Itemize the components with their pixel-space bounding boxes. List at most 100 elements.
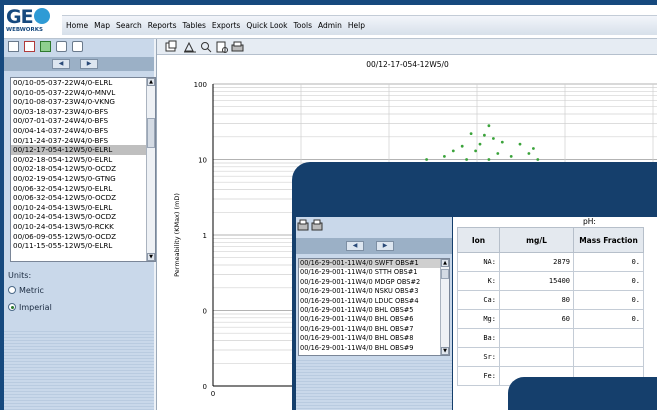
menu-search[interactable]: Search <box>113 16 145 35</box>
overlay-well-list-item[interactable]: 00/16-29-001-11W4/0 LDUC OBS#4 <box>299 297 449 306</box>
data-point[interactable] <box>451 149 455 153</box>
data-point[interactable] <box>492 137 495 140</box>
previous-well-button[interactable]: ◀ <box>52 59 70 69</box>
overlay-scroll-up-icon[interactable]: ▲ <box>441 259 449 267</box>
data-point[interactable] <box>487 124 491 128</box>
overlay-well-list-item[interactable]: 00/16-29-001-11W4/0 BHL OBS#6 <box>299 315 449 324</box>
well-list-item[interactable]: 00/10-05-037-22W4/0-MNVL <box>11 88 155 98</box>
menu-quick-look[interactable]: Quick Look <box>243 16 290 35</box>
overlay-well-list-item[interactable]: 00/16-29-001-11W4/0 BHL OBS#7 <box>299 325 449 334</box>
well-list-item[interactable]: 00/10-05-037-22W4/0-ELRL <box>11 78 155 88</box>
scroll-up-arrow-icon[interactable]: ▲ <box>147 78 155 86</box>
well-list-item[interactable]: 00/10-24-054-13W5/0-OCDZ <box>11 212 155 222</box>
ion-fraction-value[interactable]: 0. <box>573 252 644 272</box>
document-icon[interactable] <box>8 41 19 52</box>
menu-help[interactable]: Help <box>345 16 368 35</box>
data-point[interactable] <box>474 149 477 153</box>
well-list-item[interactable]: 00/06-09-055-12W5/0-OCDZ <box>11 232 155 242</box>
menu-tools[interactable]: Tools <box>291 16 315 35</box>
well-list-item[interactable]: 00/06-32-054-12W5/0-OCDZ <box>11 193 155 203</box>
ion-mgl-value[interactable] <box>499 328 574 348</box>
ion-mgl-value[interactable] <box>499 347 574 367</box>
ion-mgl-value[interactable]: 60 <box>499 309 574 329</box>
overlay-well-list-item[interactable]: 00/16-29-001-11W4/0 SWFT OBS#1 <box>299 259 449 269</box>
data-point[interactable] <box>443 155 446 158</box>
data-point[interactable] <box>478 142 482 146</box>
data-point[interactable] <box>460 144 464 148</box>
menu-reports[interactable]: Reports <box>145 16 180 35</box>
well-list-item[interactable]: 00/02-18-054-12W5/0-OCDZ <box>11 164 155 174</box>
overlay-scroll-thumb[interactable] <box>441 269 449 279</box>
well-list-item[interactable]: 00/02-19-054-12W5/0-GTNG <box>11 174 155 184</box>
ion-fraction-value[interactable]: 0. <box>573 309 644 329</box>
radio-icon <box>8 286 16 294</box>
chart-toolbar-icons <box>165 40 244 53</box>
units-label: Units: <box>8 271 32 280</box>
well-list-item[interactable]: 00/10-08-037-23W4/0-VKNG <box>11 97 155 107</box>
scroll-down-arrow-icon[interactable]: ▼ <box>147 253 155 261</box>
well-list-item[interactable]: 00/11-15-055-12W5/0-ELRL <box>11 241 155 251</box>
data-point[interactable] <box>425 158 428 161</box>
next-well-button[interactable]: ▶ <box>80 59 98 69</box>
overlay-well-list-item[interactable]: 00/16-29-001-11W4/0 BHL OBS#8 <box>299 334 449 343</box>
menu-exports[interactable]: Exports <box>209 16 243 35</box>
ion-fraction-value[interactable]: 0. <box>573 271 644 291</box>
overlay-next-button[interactable]: ▶ <box>376 241 394 251</box>
menu-home[interactable]: Home <box>62 16 91 35</box>
well-list-item[interactable]: 00/06-32-054-12W5/0-ELRL <box>11 184 155 194</box>
well-list[interactable]: 00/10-05-037-22W4/0-ELRL 00/10-05-037-22W… <box>10 77 156 262</box>
well-list-scrollbar[interactable]: ▲ ▼ <box>146 78 155 261</box>
menu-map[interactable]: Map <box>91 16 113 35</box>
well-list-item[interactable]: 00/03-18-037-23W4/0-BFS <box>11 107 155 117</box>
data-point[interactable] <box>527 152 531 155</box>
menu-admin[interactable]: Admin <box>315 16 345 35</box>
ion-table-row: NA: 2879 0. <box>457 252 644 272</box>
overlay-well-list-item[interactable]: 00/16-29-001-11W4/0 BHL OBS#5 <box>299 306 449 315</box>
well-list-item[interactable]: 00/12-17-054-12W5/0-ELRL <box>11 145 155 155</box>
data-point[interactable] <box>483 133 486 137</box>
ion-fraction-value[interactable]: 0. <box>573 290 644 310</box>
menu-tables[interactable]: Tables <box>180 16 209 35</box>
overlay-well-list-item[interactable]: 00/16-29-001-11W4/0 NSKU OBS#3 <box>299 287 449 296</box>
data-point[interactable] <box>487 158 491 161</box>
units-imperial-radio[interactable]: Imperial <box>8 303 52 312</box>
ion-fraction-value[interactable] <box>573 347 644 367</box>
well-list-item[interactable]: 00/11-24-037-24W4/0-BFS <box>11 136 155 146</box>
excel-icon[interactable] <box>40 41 51 52</box>
overlay-list-scrollbar[interactable]: ▲ ▼ <box>440 259 449 355</box>
well-list-item[interactable]: 00/07-01-037-24W4/0-BFS <box>11 116 155 126</box>
well-list-item[interactable]: 00/10-24-054-13W5/0-ELRL <box>11 203 155 213</box>
data-point[interactable] <box>536 158 540 161</box>
well-nav-bar: ◀ ▶ <box>4 57 154 71</box>
pdf-icon[interactable] <box>24 41 35 52</box>
overlay-scroll-down-icon[interactable]: ▼ <box>441 347 449 355</box>
units-metric-radio[interactable]: Metric <box>8 286 44 295</box>
data-point[interactable] <box>509 155 513 158</box>
overlay-nav-bar: ◀ ▶ <box>296 238 452 254</box>
print-all-icon[interactable] <box>72 41 83 52</box>
data-point[interactable] <box>518 142 522 146</box>
overlay-well-list-item[interactable]: 00/16-29-001-11W4/0 BHL OBS#9 <box>299 344 449 353</box>
overlay-well-list-item[interactable]: 00/16-29-001-11W4/0 MDGP OBS#2 <box>299 278 449 287</box>
data-point[interactable] <box>469 132 473 135</box>
well-list-item[interactable]: 00/02-18-054-12W5/0-ELRL <box>11 155 155 165</box>
well-list-item[interactable]: 00/04-14-037-24W4/0-BFS <box>11 126 155 136</box>
ion-mgl-value[interactable]: 15400 <box>499 271 574 291</box>
data-point[interactable] <box>465 158 468 161</box>
overlay-well-list[interactable]: 00/16-29-001-11W4/0 SWFT OBS#1 00/16-29-0… <box>298 258 450 356</box>
data-point[interactable] <box>496 152 500 155</box>
ion-table-row: Ba: <box>457 328 644 348</box>
y-tick-label: 100 <box>194 81 207 89</box>
overlay-print-icons[interactable] <box>296 219 336 233</box>
ion-mgl-value[interactable]: 80 <box>499 290 574 310</box>
overlay-well-list-item[interactable]: 00/16-29-001-11W4/0 STTH OBS#1 <box>299 268 449 277</box>
well-list-item[interactable]: 00/10-24-054-13W5/0-RCKK <box>11 222 155 232</box>
scroll-thumb[interactable] <box>147 118 155 148</box>
print-icon[interactable] <box>56 41 67 52</box>
ion-mgl-value[interactable]: 2879 <box>499 252 574 272</box>
geowebworks-logo[interactable]: GE WEBWORKS <box>6 7 58 37</box>
data-point[interactable] <box>500 140 504 144</box>
data-point[interactable] <box>532 147 535 150</box>
overlay-previous-button[interactable]: ◀ <box>346 241 364 251</box>
ion-fraction-value[interactable] <box>573 328 644 348</box>
